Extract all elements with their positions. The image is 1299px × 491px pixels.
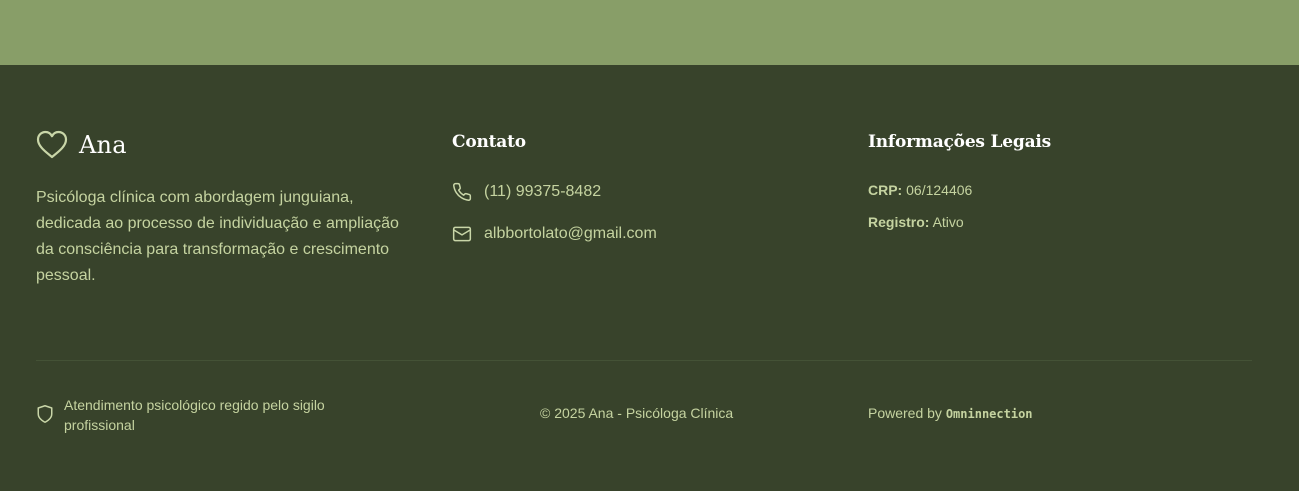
mail-icon (452, 224, 472, 244)
copyright: © 2025 Ana - Psicóloga Clínica (540, 405, 734, 421)
sigilo-text: Atendimento psicológico regido pelo sigi… (64, 397, 325, 433)
legal-crp: CRP: 06/124406 (868, 182, 972, 198)
crp-label: CRP: (868, 182, 903, 198)
phone-number[interactable]: (11) 99375-8482 (484, 183, 601, 201)
powered-prefix: Powered by (868, 405, 942, 421)
heart-icon (36, 130, 68, 160)
contact-title: Contato (452, 132, 526, 152)
powered-brand-link[interactable]: Omninnection (946, 407, 1033, 421)
footer-divider (36, 360, 1252, 361)
contact-email[interactable]: albbortolato@gmail.com (452, 224, 657, 244)
contact-phone[interactable]: (11) 99375-8482 (452, 182, 601, 202)
phone-icon (452, 182, 472, 202)
registro-value: Ativo (932, 214, 964, 230)
legal-title: Informações Legais (868, 132, 1052, 152)
registro-label: Registro: (868, 214, 930, 230)
legal-registro: Registro: Ativo (868, 214, 964, 230)
powered-by: Powered by Omninnection (868, 405, 1033, 421)
site-footer: Ana Psicóloga clínica com abordagem jung… (0, 65, 1299, 491)
brand-description: Psicóloga clínica com abordagem junguian… (36, 189, 399, 284)
sigilo-notice: Atendimento psicológico regido pelo sigi… (36, 395, 374, 435)
shield-icon (36, 404, 54, 424)
top-band (0, 0, 1299, 65)
crp-value: 06/124406 (906, 182, 973, 198)
brand-name: Ana (79, 131, 127, 159)
footer-brand: Ana (36, 130, 127, 160)
email-address[interactable]: albbortolato@gmail.com (484, 225, 657, 243)
